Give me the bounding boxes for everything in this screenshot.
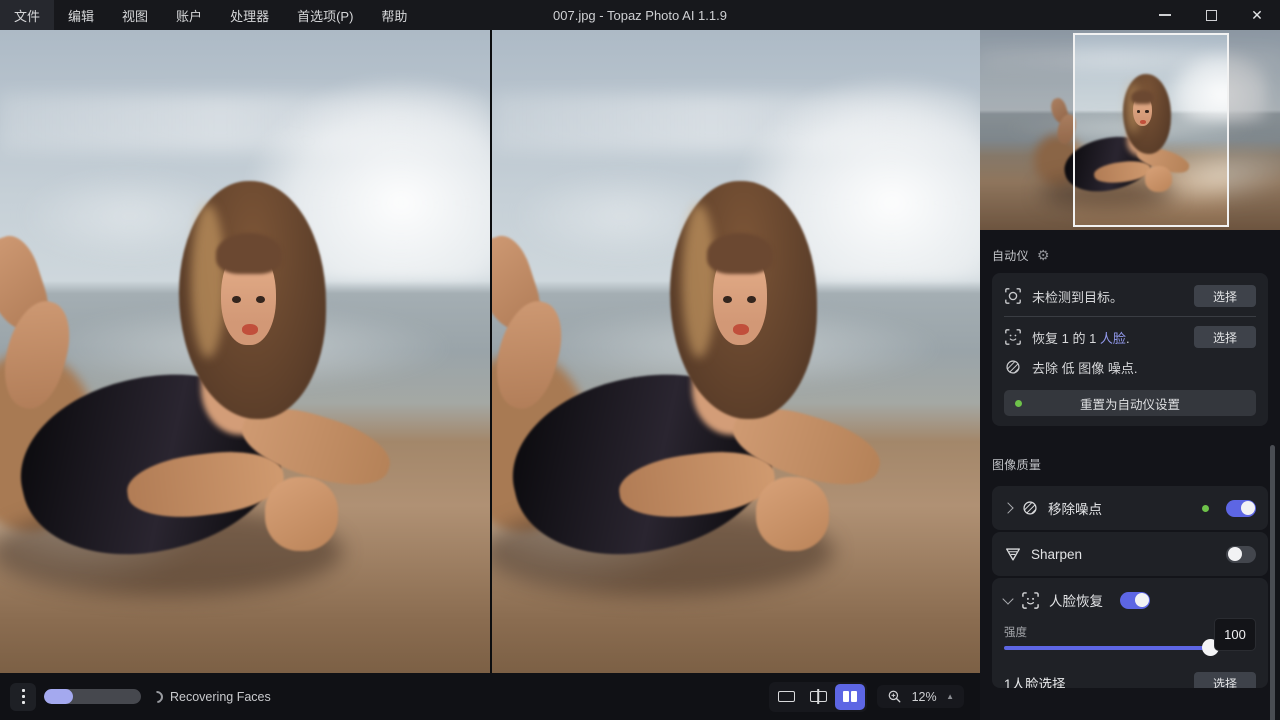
menu-help[interactable]: 帮助 — [367, 0, 421, 30]
panel-scrollbar[interactable] — [1270, 445, 1275, 720]
split-view-icon — [810, 691, 827, 702]
split-view-button[interactable] — [803, 684, 833, 710]
autopilot-divider — [1004, 316, 1256, 317]
progress-bar — [44, 689, 141, 704]
face-count-link[interactable]: 人脸 — [1100, 331, 1126, 346]
subject-status-text: 未检测到目标。 — [1032, 287, 1123, 306]
navigator-thumbnail[interactable] — [980, 30, 1280, 230]
chevron-right-icon[interactable] — [1002, 502, 1013, 513]
close-icon: ✕ — [1251, 8, 1263, 22]
strength-control: 强度 100 — [1004, 624, 1256, 640]
single-view-icon — [778, 691, 795, 702]
subject-select-button[interactable]: 选择 — [1194, 285, 1256, 307]
chevron-down-icon[interactable] — [1002, 593, 1013, 604]
autopilot-header: 自动仪 ⚙ — [980, 246, 1280, 264]
menu-processor[interactable]: 处理器 — [216, 0, 283, 30]
title-bar: 文件 编辑 视图 账户 处理器 首选项(P) 帮助 007.jpg - Topa… — [0, 0, 1280, 30]
zoom-in-icon[interactable] — [887, 689, 902, 704]
after-photo — [492, 30, 980, 673]
subject-detection-row: 未检测到目标。 选择 — [1004, 283, 1256, 309]
maximize-button[interactable] — [1188, 0, 1234, 30]
face-recovery-card: 人脸恢复 强度 100 1人脸选择 选择 — [992, 578, 1268, 688]
menu-preferences[interactable]: 首选项(P) — [283, 0, 367, 30]
autopilot-title: 自动仪 — [992, 247, 1029, 264]
strength-value-box[interactable]: 100 — [1214, 618, 1256, 651]
app-window: 文件 编辑 视图 账户 处理器 首选项(P) 帮助 007.jpg - Topa… — [0, 0, 1280, 720]
sharpen-icon — [1004, 545, 1022, 563]
progress-fill — [44, 689, 73, 704]
noise-status-row: 去除 低 图像 噪点. — [1004, 354, 1256, 380]
sharpen-toggle[interactable] — [1226, 546, 1256, 563]
maximize-icon — [1206, 10, 1217, 21]
image-quality-title: 图像质量 — [992, 456, 1041, 473]
minimize-icon — [1159, 14, 1171, 16]
processing-status-text: Recovering Faces — [170, 690, 271, 704]
noise-status-text: 去除 低 图像 噪点. — [1032, 358, 1137, 377]
zoom-level-value[interactable]: 12% — [910, 690, 938, 704]
face-recovery-label: 人脸恢复 — [1049, 590, 1103, 610]
before-image-pane[interactable] — [0, 30, 490, 673]
kebab-icon — [22, 689, 25, 692]
faces-selected-label: 1人脸选择 — [1004, 673, 1066, 688]
viewport-rectangle[interactable] — [1073, 33, 1229, 227]
panel-body: 自动仪 ⚙ 未检测到目标。 选择 — [980, 230, 1280, 720]
faces-select-button[interactable]: 选择 — [1194, 672, 1256, 688]
settings-panel: 自动仪 ⚙ 未检测到目标。 选择 — [980, 30, 1280, 720]
face-recovery-toggle[interactable] — [1120, 592, 1150, 609]
spinner-icon — [149, 688, 166, 705]
face-recovery-header[interactable]: 人脸恢复 — [1004, 578, 1256, 622]
remove-noise-label: 移除噪点 — [1048, 498, 1102, 518]
side-by-side-icon — [843, 691, 857, 702]
subject-target-icon — [1004, 287, 1022, 305]
menu-view[interactable]: 视图 — [108, 0, 162, 30]
face-target-icon — [1004, 328, 1022, 346]
zoom-stepper-icon[interactable]: ▲ — [946, 692, 954, 701]
zoom-control: 12% ▲ — [877, 685, 964, 708]
single-view-button[interactable] — [771, 684, 801, 710]
menu-file[interactable]: 文件 — [0, 0, 54, 30]
sharpen-card[interactable]: Sharpen — [992, 532, 1268, 576]
side-by-side-view-button[interactable] — [835, 684, 865, 710]
menu-bar: 文件 编辑 视图 账户 处理器 首选项(P) 帮助 — [0, 0, 421, 30]
strength-slider[interactable] — [1004, 646, 1212, 650]
face-status-text: 恢复 1 的 1 人脸. — [1032, 328, 1130, 347]
sharpen-label: Sharpen — [1031, 547, 1082, 562]
gear-icon[interactable]: ⚙ — [1037, 248, 1050, 262]
remove-noise-active-dot — [1202, 505, 1209, 512]
image-quality-header: 图像质量 — [980, 456, 1280, 472]
minimize-button[interactable] — [1142, 0, 1188, 30]
noise-icon — [1004, 358, 1022, 376]
after-image-pane[interactable] — [492, 30, 980, 673]
view-controls: 12% ▲ — [769, 682, 970, 712]
remove-noise-toggle[interactable] — [1226, 500, 1256, 517]
remove-noise-icon — [1021, 499, 1039, 517]
face-recovery-icon — [1021, 591, 1040, 610]
remove-noise-card[interactable]: 移除噪点 — [992, 486, 1268, 530]
before-photo — [0, 30, 490, 673]
image-canvas — [0, 30, 980, 673]
autopilot-card: 未检测到目标。 选择 恢复 1 的 1 人脸. 选择 — [992, 273, 1268, 426]
view-mode-group — [769, 682, 867, 712]
reset-autopilot-button[interactable]: 重置为自动仪设置 — [1004, 390, 1256, 416]
faces-selected-row: 1人脸选择 选择 — [1004, 672, 1256, 688]
bottom-bar: Recovering Faces 12% ▲ — [0, 673, 980, 720]
reset-status-dot — [1015, 400, 1022, 407]
face-select-button[interactable]: 选择 — [1194, 326, 1256, 348]
close-button[interactable]: ✕ — [1234, 0, 1280, 30]
face-detection-row: 恢复 1 的 1 人脸. 选择 — [1004, 324, 1256, 350]
menu-account[interactable]: 账户 — [162, 0, 216, 30]
menu-edit[interactable]: 编辑 — [54, 0, 108, 30]
window-controls: ✕ — [1142, 0, 1280, 30]
more-options-button[interactable] — [10, 683, 36, 711]
